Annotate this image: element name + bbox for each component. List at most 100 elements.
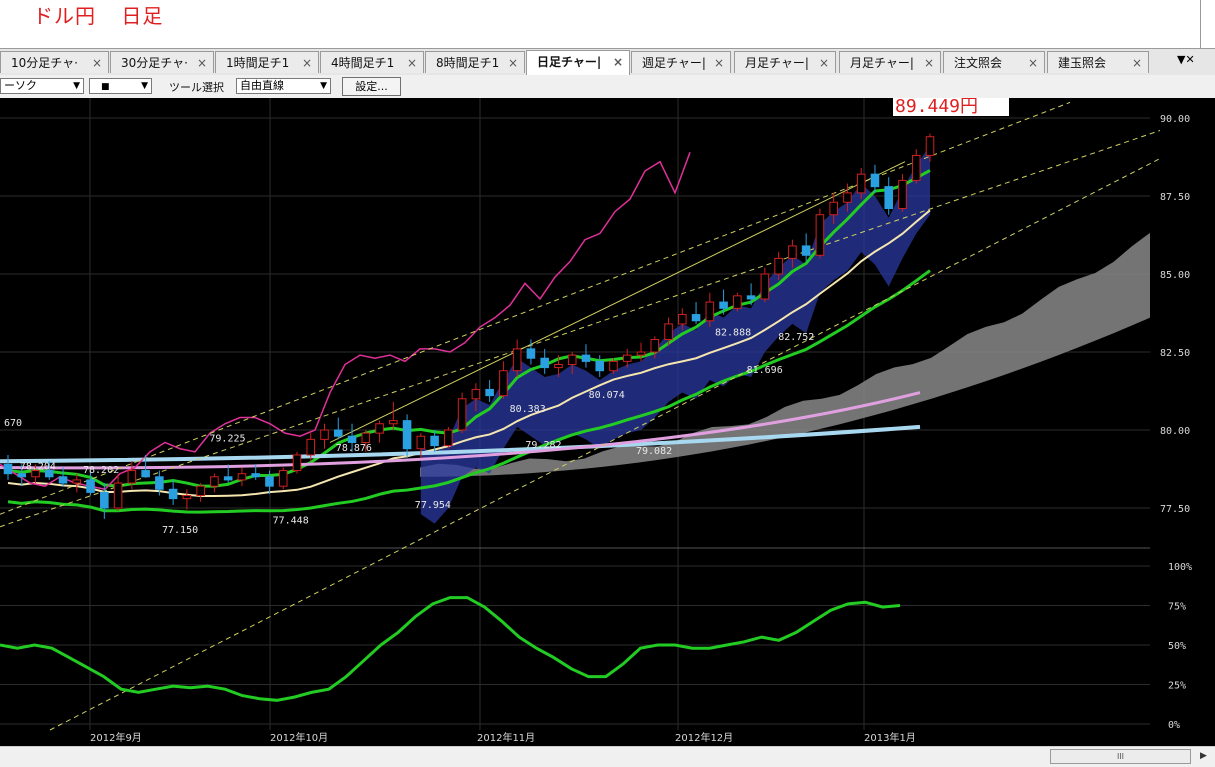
- osc-tick-label: 100%: [1168, 562, 1192, 573]
- candle-body: [292, 454, 302, 472]
- candle-body: [361, 432, 371, 443]
- close-icon[interactable]: ×: [819, 52, 829, 73]
- candle-body: [389, 420, 398, 425]
- close-icon[interactable]: ×: [1028, 52, 1038, 73]
- candle-body: [375, 423, 384, 434]
- candle-body: [457, 398, 467, 431]
- close-icon[interactable]: ×: [407, 52, 417, 73]
- close-icon[interactable]: ×: [714, 52, 724, 73]
- candle-body: [856, 173, 866, 194]
- close-icon[interactable]: ×: [302, 52, 312, 73]
- candle-body: [113, 482, 123, 509]
- tab-order-inquiry[interactable]: 注文照会 ×: [943, 51, 1045, 73]
- horizontal-scrollbar[interactable]: III ▶: [0, 746, 1215, 767]
- tool-select[interactable]: 自由直線 ▼: [236, 78, 331, 94]
- annotation-label: 81.696: [747, 365, 783, 376]
- annotation-label: 82.888: [715, 328, 751, 339]
- candle-body: [884, 186, 894, 209]
- vertical-scrollbar[interactable]: [1200, 0, 1215, 48]
- tab-daily[interactable]: 日足チャー| ×: [526, 50, 630, 75]
- candle-body: [168, 488, 178, 500]
- chart-right-strip: [1200, 98, 1215, 746]
- candle-body: [746, 295, 756, 300]
- price-chart[interactable]: 670 78.204 78.202 77.150 79.225 77.448 78.876 7…: [0, 98, 1200, 746]
- candle-body: [829, 201, 838, 216]
- candle-body: [719, 301, 728, 309]
- scroll-thumb[interactable]: III: [1050, 749, 1191, 764]
- candle-body: [788, 245, 797, 259]
- candle-body: [622, 354, 632, 362]
- close-icon[interactable]: ×: [92, 52, 102, 73]
- annotation-label: 80.074: [589, 390, 625, 401]
- candle-body: [609, 360, 618, 372]
- candle-body: [843, 192, 852, 203]
- annotation-label: 670: [4, 418, 22, 429]
- tab-monthly[interactable]: 月足チャー| ×: [734, 51, 836, 73]
- osc-tick-label: 75%: [1168, 602, 1186, 613]
- candle-body: [58, 476, 68, 484]
- chevron-down-icon: ▼: [73, 81, 80, 91]
- tab-bar: 10分足チャ· × 30分足チャ· × 1時間足チ1 × 4時間足チ1 × 8時間足チ1…: [0, 48, 1215, 76]
- symbol-label: ドル円: [33, 4, 96, 28]
- close-icon[interactable]: ×: [197, 52, 207, 73]
- candle-body: [320, 429, 329, 440]
- candle-body: [554, 363, 563, 369]
- candle-body: [402, 420, 412, 450]
- candle-body: [650, 339, 660, 353]
- annotation-label: 79.282: [525, 440, 561, 451]
- toolbar: ーソク ▼ ■ ▼ ツール選択 自由直線 ▼ 設定...: [0, 75, 1215, 99]
- tab-30min[interactable]: 30分足チャ· ×: [110, 51, 214, 73]
- tab-monthly-2[interactable]: 月足チャー| ×: [839, 51, 941, 73]
- candle-body: [567, 354, 577, 365]
- candle-body: [691, 314, 701, 322]
- chevron-down-icon: ▼: [320, 81, 327, 91]
- y-tick-label: 90.00: [1160, 114, 1190, 125]
- close-icon[interactable]: ×: [924, 52, 934, 73]
- scroll-right-icon[interactable]: ▶: [1200, 751, 1207, 761]
- chart-type-select[interactable]: ーソク ▼: [0, 78, 84, 94]
- annotation-label: 77.954: [415, 500, 451, 511]
- candle-body: [526, 348, 536, 359]
- candle-body: [251, 473, 260, 478]
- candle-body: [925, 136, 935, 156]
- tab-10min[interactable]: 10分足チャ· ×: [0, 51, 109, 73]
- candle-body: [347, 435, 357, 443]
- candle-body: [705, 301, 715, 322]
- candle-body: [485, 388, 494, 397]
- chevron-down-icon: ▼: [141, 81, 148, 91]
- x-tick-label: 2013年1月: [864, 731, 916, 744]
- settings-button[interactable]: 設定...: [342, 77, 401, 96]
- candle-body: [17, 473, 27, 478]
- candle-body: [86, 479, 95, 493]
- close-icon[interactable]: ×: [1132, 52, 1142, 73]
- annotation-label: 79.082: [636, 446, 672, 457]
- tab-8hour[interactable]: 8時間足チ1 ×: [425, 51, 525, 73]
- tab-1hour[interactable]: 1時間足チ1 ×: [215, 51, 319, 73]
- candle-body: [430, 435, 439, 447]
- color-select[interactable]: ■ ▼: [89, 78, 152, 94]
- annotation-label: 77.448: [273, 516, 309, 527]
- annotation-label: 78.204: [20, 462, 56, 473]
- candle-body: [801, 245, 811, 256]
- candle-body: [223, 476, 233, 481]
- candle-body: [898, 179, 907, 209]
- candle-body: [499, 370, 508, 397]
- tab-menu-icon[interactable]: ▼✕: [1177, 53, 1195, 66]
- close-icon[interactable]: ×: [613, 51, 623, 73]
- tab-4hour[interactable]: 4時間足チ1 ×: [320, 51, 424, 73]
- tab-weekly[interactable]: 週足チャー| ×: [631, 51, 731, 73]
- candle-body: [278, 470, 288, 487]
- tab-position-inquiry[interactable]: 建玉照会 ×: [1047, 51, 1149, 73]
- candle-body: [774, 257, 783, 275]
- x-tick-label: 2012年11月: [477, 731, 535, 744]
- candle-body: [416, 435, 426, 450]
- candle-body: [595, 360, 605, 372]
- current-price-label: 89.449円: [895, 98, 978, 117]
- candle-body: [911, 154, 921, 181]
- annotation-label: 78.202: [83, 465, 119, 476]
- annotation-label: 78.876: [336, 443, 372, 454]
- close-icon[interactable]: ×: [508, 52, 518, 73]
- y-tick-label: 85.00: [1160, 270, 1190, 281]
- y-tick-label: 77.50: [1160, 504, 1190, 515]
- y-tick-label: 82.50: [1160, 348, 1190, 359]
